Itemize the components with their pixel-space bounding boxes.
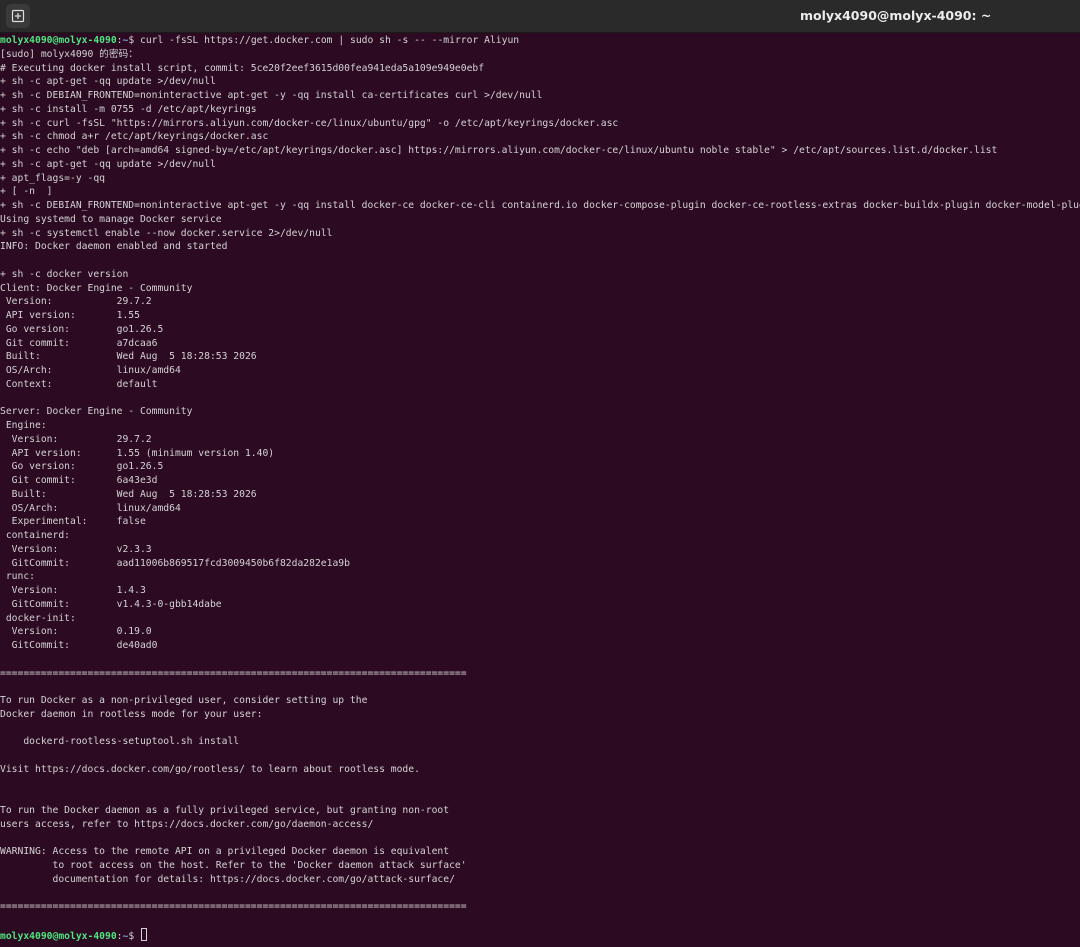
output-line: + [ -n ] — [0, 186, 53, 198]
output-line: + sh -c apt-get -qq update >/dev/null — [0, 158, 216, 170]
output-line: Go version: go1.26.5 — [0, 323, 164, 335]
output-line: to root access on the host. Refer to the… — [0, 860, 467, 871]
output-line: + sh -c apt-get -qq update >/dev/null — [0, 76, 216, 88]
command-text: curl -fsSL https://get.docker.com | sudo… — [134, 35, 520, 46]
output-line: Version: 1.4.3 — [0, 585, 146, 596]
output-line: + sh -c DEBIAN_FRONTEND=noninteractive a… — [0, 200, 1080, 211]
output-line: runc: — [0, 571, 35, 583]
output-line: GitCommit: v1.4.3-0-gbb14dabe — [0, 598, 222, 610]
output-line: containerd: — [0, 530, 70, 541]
output-line: Built: Wed Aug 5 18:28:53 2026 — [0, 351, 257, 363]
output-line: dockerd-rootless-setuptool.sh install — [0, 736, 240, 748]
output-line: # Executing docker install script, commi… — [0, 62, 485, 74]
output-line: Version: 29.7.2 — [0, 296, 152, 308]
output-line: Docker daemon in rootless mode for your … — [0, 708, 263, 720]
output-line: Git commit: a7dcaa6 — [0, 337, 158, 349]
output-line: + sh -c chmod a+r /etc/apt/keyrings/dock… — [0, 131, 269, 143]
output-line: Version: 29.7.2 — [0, 433, 152, 445]
prompt-user-host: molyx4090@molyx-4090 — [0, 35, 117, 46]
output-line: Experimental: false — [0, 516, 146, 528]
output-block: [sudo] molyx4090 的密码： # Executing docker … — [0, 48, 1080, 928]
output-line: Using systemd to manage Docker service — [0, 213, 222, 225]
output-line: Engine: — [0, 420, 47, 431]
output-line: API version: 1.55 (minimum version 1.40) — [0, 447, 275, 459]
output-line: users access, refer to https://docs.dock… — [0, 818, 374, 830]
output-line: Server: Docker Engine - Community — [0, 406, 193, 418]
window-title: molyx4090@molyx-4090: ~ — [800, 8, 992, 23]
output-line: + sh -c docker version — [0, 268, 129, 280]
output-line: ========================================… — [0, 667, 467, 679]
output-line: Git commit: 6a43e3d — [0, 475, 158, 486]
terminal-output[interactable]: molyx4090@molyx-4090:~$ curl -fsSL https… — [0, 34, 1080, 947]
output-line: Context: default — [0, 378, 158, 390]
output-line: INFO: Docker daemon enabled and started — [0, 241, 228, 253]
output-line: Client: Docker Engine - Community — [0, 282, 193, 294]
output-line: + sh -c curl -fsSL "https://mirrors.aliy… — [0, 117, 619, 129]
output-line: Version: v2.3.3 — [0, 543, 152, 555]
output-line: [sudo] molyx4090 的密码： — [0, 48, 138, 60]
output-line: To run the Docker daemon as a fully priv… — [0, 805, 450, 816]
output-line: GitCommit: aad11006b869517fcd3009450b6f8… — [0, 557, 350, 569]
output-line: WARNING: Access to the remote API on a p… — [0, 846, 450, 858]
title-bar: molyx4090@molyx-4090: ~ — [0, 0, 1080, 33]
output-line: Version: 0.19.0 — [0, 626, 152, 638]
output-line: docker-init: — [0, 612, 76, 624]
output-line: To run Docker as a non-privileged user, … — [0, 695, 368, 706]
prompt-user-host: molyx4090@molyx-4090 — [0, 930, 117, 942]
output-line: + sh -c install -m 0755 -d /etc/apt/keyr… — [0, 103, 257, 115]
output-line: GitCommit: de40ad0 — [0, 640, 158, 651]
output-line: + sh -c DEBIAN_FRONTEND=noninteractive a… — [0, 90, 543, 101]
output-line: OS/Arch: linux/amd64 — [0, 365, 181, 376]
command-line: molyx4090@molyx-4090:~$ curl -fsSL https… — [0, 34, 1080, 48]
output-line: ========================================… — [0, 901, 467, 913]
prompt-symbol: $ — [128, 930, 135, 942]
output-line: + apt_flags=-y -qq — [0, 172, 105, 184]
output-line: Visit https://docs.docker.com/go/rootles… — [0, 763, 420, 775]
output-line: API version: 1.55 — [0, 310, 140, 321]
output-line: Go version: go1.26.5 — [0, 461, 164, 473]
output-line: + sh -c echo "deb [arch=amd64 signed-by=… — [0, 145, 998, 156]
output-line: Built: Wed Aug 5 18:28:53 2026 — [0, 488, 257, 500]
output-line: documentation for details: https://docs.… — [0, 873, 455, 885]
active-prompt-line[interactable]: molyx4090@molyx-4090:~$ — [0, 927, 1080, 942]
output-line: + sh -c systemctl enable --now docker.se… — [0, 227, 333, 239]
text-cursor — [141, 927, 148, 941]
output-line: OS/Arch: linux/amd64 — [0, 502, 181, 514]
